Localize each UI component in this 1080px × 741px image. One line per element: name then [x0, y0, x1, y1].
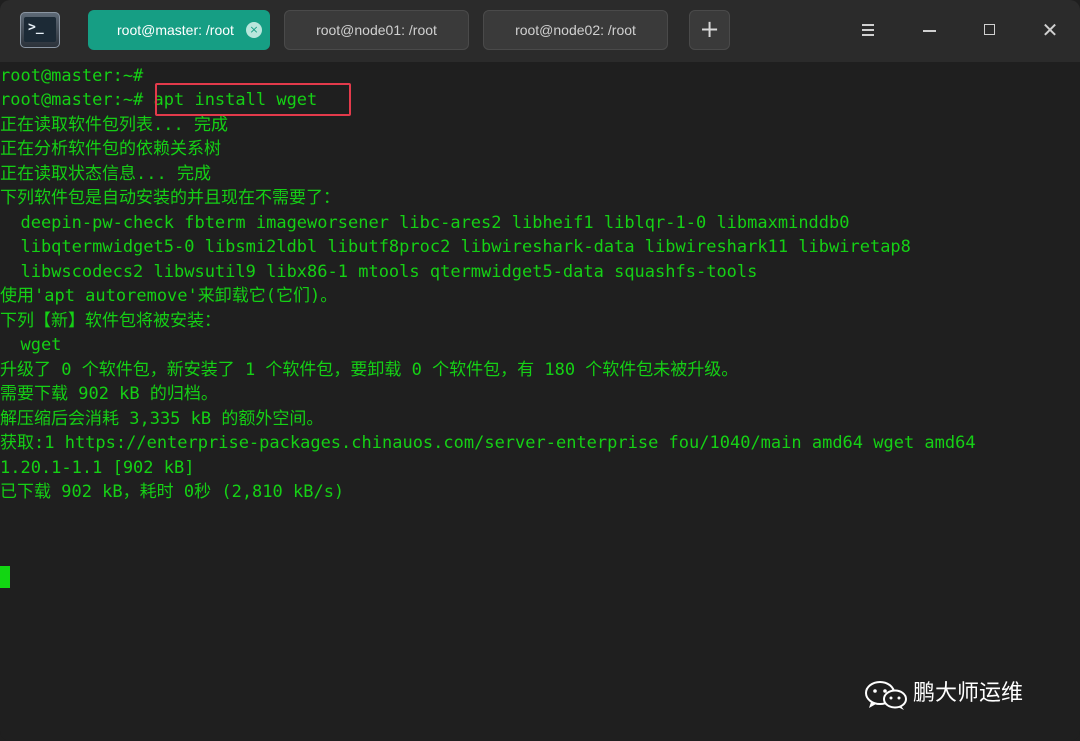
terminal-line: 解压缩后会消耗 3,335 kB 的额外空间。: [0, 409, 324, 429]
terminal-line: 已下载 902 kB，耗时 0秒 (2,810 kB/s): [0, 482, 345, 502]
tab-label: root@node02: /root: [515, 22, 636, 38]
terminal-screen-glyph: >_: [24, 17, 56, 42]
terminal-line: deepin-pw-check fbterm imageworsener lib…: [0, 213, 850, 233]
terminal-line: 1.20.1-1.1 [902 kB]: [0, 458, 195, 478]
terminal-line: 升级了 0 个软件包，新安装了 1 个软件包，要卸载 0 个软件包，有 180 …: [0, 360, 739, 380]
terminal-app-icon[interactable]: >_: [20, 12, 60, 48]
tab-close-icon[interactable]: ×: [246, 22, 262, 38]
terminal-line: 下列软件包是自动安装的并且现在不需要了：: [0, 188, 340, 208]
terminal-window: >_ root@master: /root × root@node01: /ro…: [0, 0, 1080, 741]
tab-root-node02[interactable]: root@node02: /root: [483, 10, 668, 50]
terminal-line: 获取:1 https://enterprise-packages.chinauo…: [0, 433, 976, 453]
close-icon[interactable]: ✕: [1036, 16, 1064, 44]
watermark-text: 鹏大师运维: [913, 681, 1024, 706]
command-highlight-box: [155, 83, 351, 116]
terminal-line: 使用'apt autoremove'来卸载它(它们)。: [0, 286, 338, 306]
terminal-line: root@master:~#: [0, 66, 144, 86]
wechat-icon: [865, 681, 907, 710]
menu-icon[interactable]: [854, 16, 882, 44]
terminal-line: wget: [0, 335, 62, 355]
terminal-line: libwscodecs2 libwsutil9 libx86-1 mtools …: [0, 262, 758, 282]
terminal-line: 正在读取软件包列表... 完成: [0, 115, 228, 135]
terminal-line: 正在分析软件包的依赖关系树: [0, 139, 221, 159]
add-tab-button[interactable]: +: [689, 10, 730, 50]
terminal-line: 正在读取状态信息... 完成: [0, 164, 211, 184]
terminal-line: 需要下载 902 kB 的归档。: [0, 384, 218, 404]
terminal-cursor: [0, 566, 10, 588]
title-bar: >_ root@master: /root × root@node01: /ro…: [0, 0, 1080, 62]
terminal-line: 下列【新】软件包将被安装：: [0, 311, 221, 331]
tab-label: root@node01: /root: [316, 22, 437, 38]
tab-root-node01[interactable]: root@node01: /root: [284, 10, 469, 50]
terminal-output[interactable]: root@master:~# root@master:~# apt instal…: [0, 64, 1080, 741]
tab-label: root@master: /root: [117, 22, 234, 38]
minimize-icon[interactable]: [916, 16, 944, 44]
terminal-line: libqtermwidget5-0 libsmi2ldbl libutf8pro…: [0, 237, 911, 257]
tab-root-master[interactable]: root@master: /root ×: [88, 10, 270, 50]
maximize-icon[interactable]: [976, 16, 1004, 44]
